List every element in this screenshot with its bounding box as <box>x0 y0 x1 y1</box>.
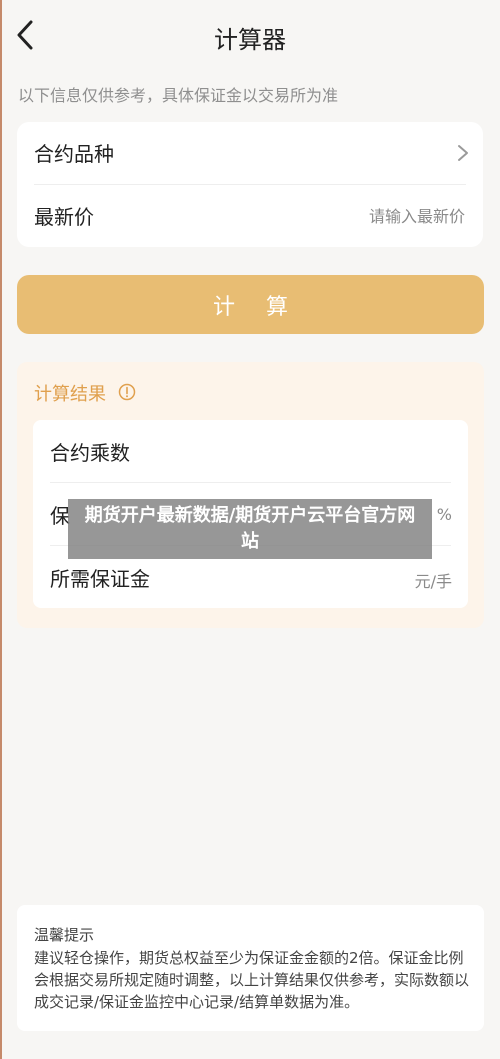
margin-ratio-label: 保 <box>50 504 70 528</box>
input-card: 合约品种 最新价 <box>17 122 483 247</box>
required-margin-unit: 元/手 <box>414 572 452 591</box>
result-title: 计算结果 <box>34 384 106 405</box>
required-margin-label: 所需保证金 <box>50 567 150 591</box>
contract-multiplier-label: 合约乘数 <box>50 441 130 465</box>
result-panel: 计算结果 合约乘数 保 % 所需保证金 元/手 <box>17 362 484 628</box>
tips-body: 建议轻仓操作，期货总权益至少为保证金金额的2倍。保证金比例会根据交易所规定随时调… <box>34 949 470 1011</box>
latest-price-label: 最新价 <box>34 205 94 229</box>
contract-type-row[interactable]: 合约品种 <box>17 122 483 184</box>
result-row: 合约乘数 <box>33 420 468 482</box>
latest-price-input[interactable] <box>243 199 467 233</box>
watermark-banner: 期货开户最新数据/期货开户云平台官方网站 <box>68 499 432 559</box>
left-edge-line <box>0 0 2 1059</box>
info-circle-icon[interactable] <box>118 383 136 401</box>
chevron-right-icon <box>458 145 468 161</box>
latest-price-row: 最新价 <box>17 185 483 247</box>
tips-title: 温馨提示 <box>34 926 95 944</box>
margin-ratio-unit: % <box>436 505 452 524</box>
calculate-button[interactable]: 计 算 <box>17 275 484 334</box>
page-title: 计算器 <box>214 26 286 54</box>
contract-type-label: 合约品种 <box>34 142 114 166</box>
top-bar: 计算器 <box>0 0 500 72</box>
tips-card: 温馨提示 建议轻仓操作，期货总权益至少为保证金金额的2倍。保证金比例会根据交易所… <box>17 905 484 1031</box>
disclaimer-text: 以下信息仅供参考，具体保证金以交易所为准 <box>18 86 339 105</box>
